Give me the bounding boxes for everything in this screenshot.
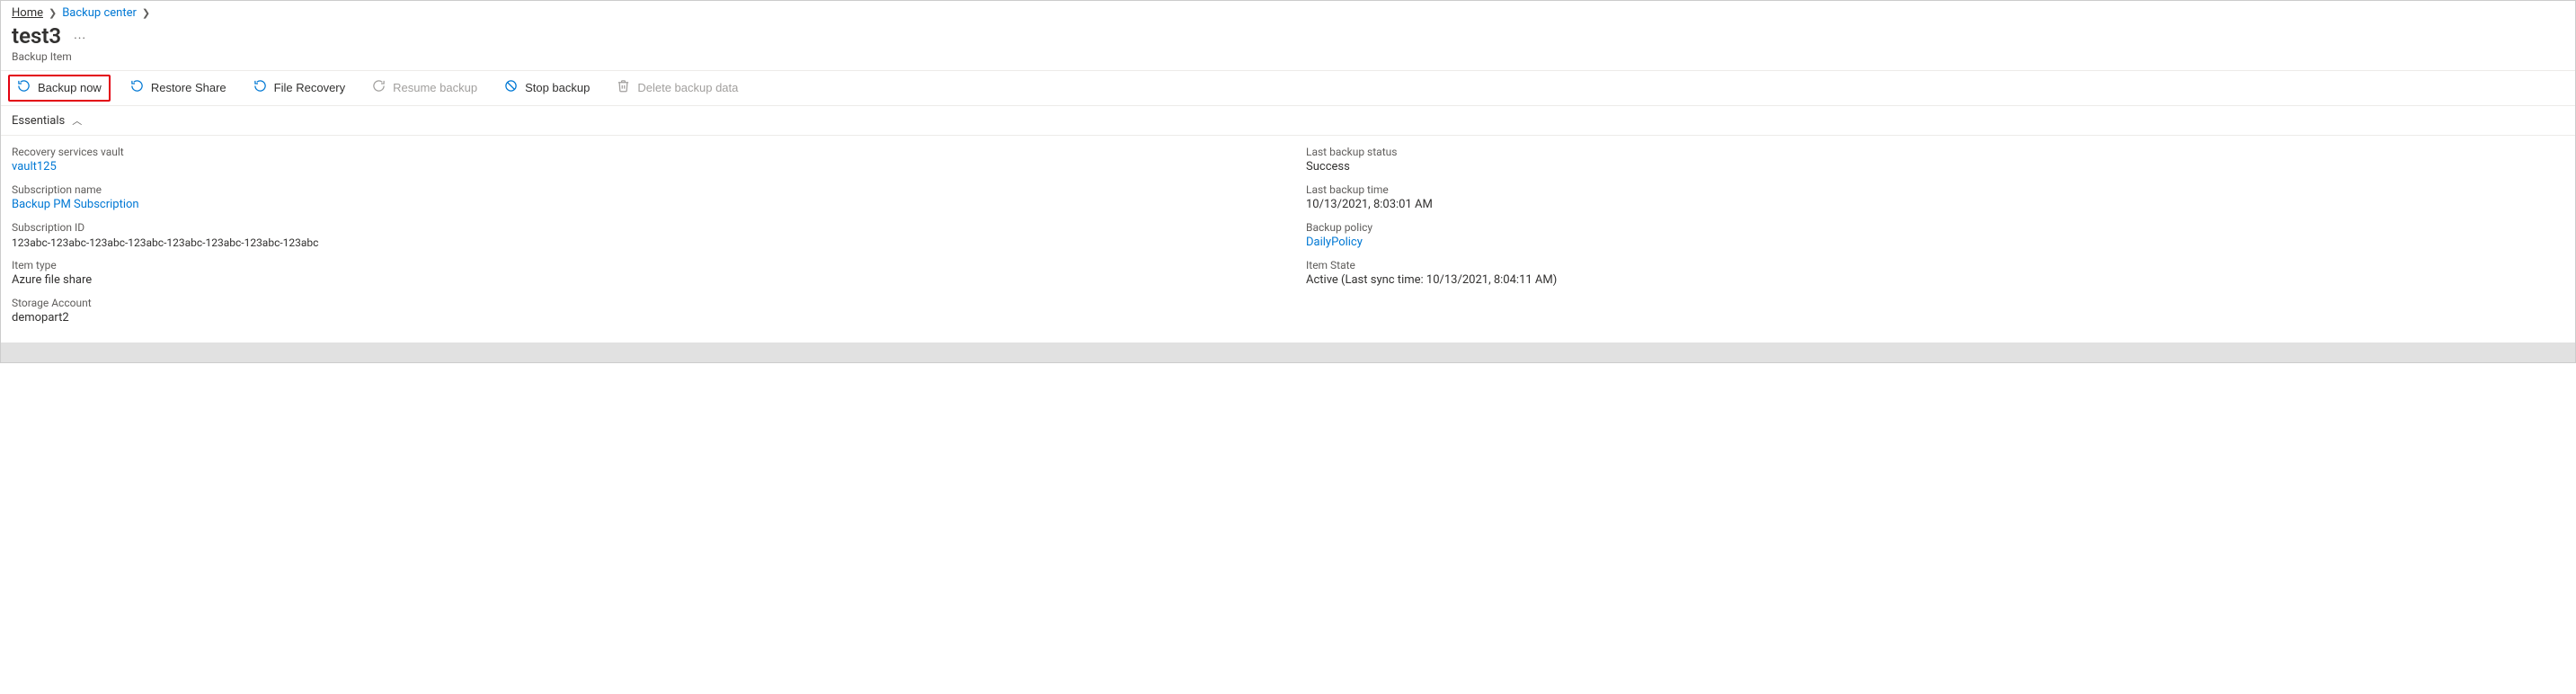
breadcrumb-home[interactable]: Home [12,6,43,20]
backup-now-icon [17,79,31,97]
toolbar-label: Resume backup [393,80,477,96]
item-state-value: Active (Last sync time: 10/13/2021, 8:04… [1306,272,2564,289]
restore-share-button[interactable]: Restore Share [123,76,234,101]
footer-bar [1,343,2575,362]
vault-label: Recovery services vault [12,145,1270,159]
trash-icon [617,79,630,97]
backup-now-button[interactable]: Backup now [8,75,111,102]
resume-backup-button: Resume backup [365,76,484,101]
delete-backup-button: Delete backup data [609,76,745,101]
essentials-title: Essentials [12,114,65,128]
backup-policy-link[interactable]: DailyPolicy [1306,235,2564,251]
storage-account-label: Storage Account [12,296,1270,310]
essentials-panel: Recovery services vault vault125 Subscri… [1,136,2575,343]
toolbar-label: File Recovery [274,80,345,96]
stop-icon [504,79,518,97]
toolbar-label: Delete backup data [637,80,738,96]
breadcrumb-backup-center[interactable]: Backup center [62,6,137,20]
chevron-right-icon: ❯ [142,7,150,19]
toolbar-label: Stop backup [525,80,590,96]
toolbar-label: Restore Share [151,80,227,96]
item-state-label: Item State [1306,258,2564,272]
subscription-name-link[interactable]: Backup PM Subscription [12,197,1270,213]
restore-icon [130,79,144,97]
vault-link[interactable]: vault125 [12,159,1270,175]
storage-account-value: demopart2 [12,310,1270,326]
item-type-value: Azure file share [12,272,1270,289]
last-backup-time-value: 10/13/2021, 8:03:01 AM [1306,197,2564,213]
file-recovery-button[interactable]: File Recovery [246,76,352,101]
page-subtitle: Backup Item [1,50,2575,70]
resume-icon [372,79,386,97]
last-backup-time-label: Last backup time [1306,182,2564,197]
last-backup-status-value: Success [1306,159,2564,175]
more-actions-button[interactable]: ··· [74,31,86,46]
last-backup-status-label: Last backup status [1306,145,2564,159]
subscription-name-label: Subscription name [12,182,1270,197]
backup-policy-label: Backup policy [1306,220,2564,235]
item-type-label: Item type [12,258,1270,272]
stop-backup-button[interactable]: Stop backup [497,76,597,101]
chevron-right-icon: ❯ [49,7,57,19]
toolbar-label: Backup now [38,80,102,96]
subscription-id-label: Subscription ID [12,220,1270,235]
chevron-up-icon: ︿ [72,113,82,128]
file-recovery-icon [253,79,267,97]
essentials-toggle[interactable]: Essentials ︿ [1,106,2575,136]
page-title: test3 [12,23,61,49]
subscription-id-value: 123abc-123abc-123abc-123abc-123abc-123ab… [12,235,1270,251]
breadcrumb: Home ❯ Backup center ❯ [1,1,2575,22]
toolbar: Backup now Restore Share File Recovery [1,70,2575,106]
